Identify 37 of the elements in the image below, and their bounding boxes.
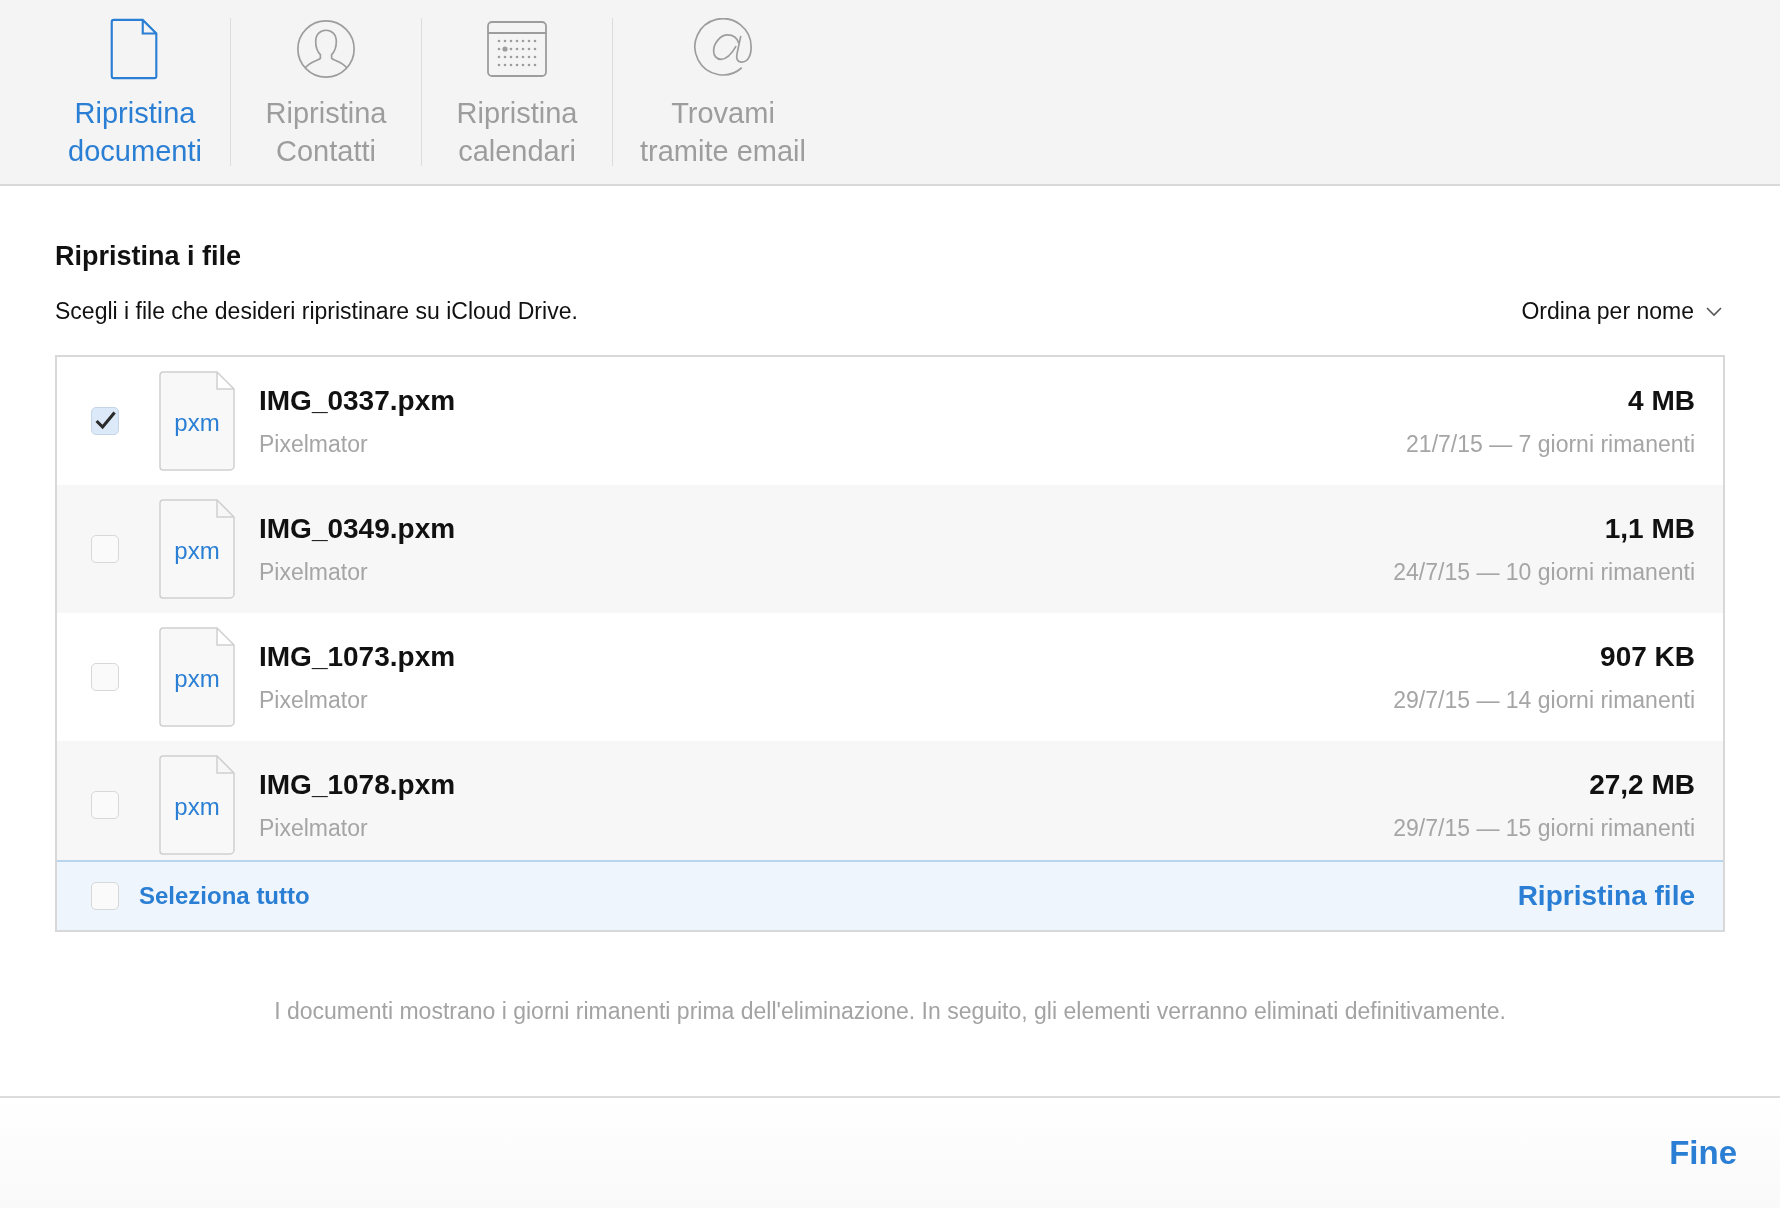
calendar-icon: [487, 18, 547, 80]
app-name: Pixelmator: [259, 814, 369, 842]
date-remaining: 21/7/15 — 7 giorni rimanenti: [1406, 430, 1695, 458]
file-name: IMG_0337.pxm: [259, 384, 456, 417]
date-remaining: 29/7/15 — 14 giorni rimanenti: [1393, 686, 1695, 714]
date-remaining: 24/7/15 — 10 giorni rimanenti: [1393, 558, 1695, 586]
instruction-text: Scegli i file che desideri ripristinare su iCloud Drive.: [55, 298, 578, 325]
checkbox[interactable]: [91, 535, 119, 563]
file-size: 1,1 MB: [1604, 512, 1695, 545]
file-row[interactable]: pxm IMG_1078.pxm Pixelmator 27,2 MB 29/7/15 — 15 giorni rimanenti: [57, 741, 1723, 860]
app-name: Pixelmator: [259, 430, 369, 458]
file-size: 907 KB: [1600, 640, 1695, 673]
sort-dropdown[interactable]: Ordina per nome: [1521, 298, 1722, 325]
app-name: Pixelmator: [259, 558, 369, 586]
tab[interactable]: Ripristina calendari: [422, 0, 612, 184]
chevron-down-icon: [1706, 306, 1722, 317]
file-size: 4 MB: [1628, 384, 1695, 417]
file-name: IMG_1073.pxm: [259, 640, 456, 673]
checkbox[interactable]: [91, 407, 119, 435]
section-title: Ripristina i file: [55, 241, 243, 272]
tab[interactable]: Trovami tramite email: [613, 0, 833, 184]
person-icon: [296, 18, 356, 80]
restore-files-button[interactable]: Ripristina file: [1517, 880, 1695, 912]
done-button[interactable]: Fine: [1669, 1134, 1737, 1172]
info-note: I documenti mostrano i giorni rimanenti prima dell'eliminazione. In seguito, gli elementi verranno eliminati definitivamente.: [273, 998, 1507, 1025]
date-remaining: 29/7/15 — 15 giorni rimanenti: [1393, 814, 1695, 842]
checkbox[interactable]: [91, 663, 119, 691]
file-size: 27,2 MB: [1589, 768, 1695, 801]
tab[interactable]: Ripristina Contatti: [231, 0, 421, 184]
file-name: IMG_1078.pxm: [259, 768, 456, 801]
checkbox[interactable]: [91, 791, 119, 819]
select-all-button[interactable]: Seleziona tutto: [139, 882, 310, 910]
file-row[interactable]: pxm IMG_0349.pxm Pixelmator 1,1 MB 24/7/15 — 10 giorni rimanenti: [57, 485, 1723, 613]
checkbox[interactable]: [91, 882, 119, 910]
app-name: Pixelmator: [259, 686, 369, 714]
file-name: IMG_0349.pxm: [259, 512, 456, 545]
tab[interactable]: Ripristina documenti: [40, 0, 230, 184]
